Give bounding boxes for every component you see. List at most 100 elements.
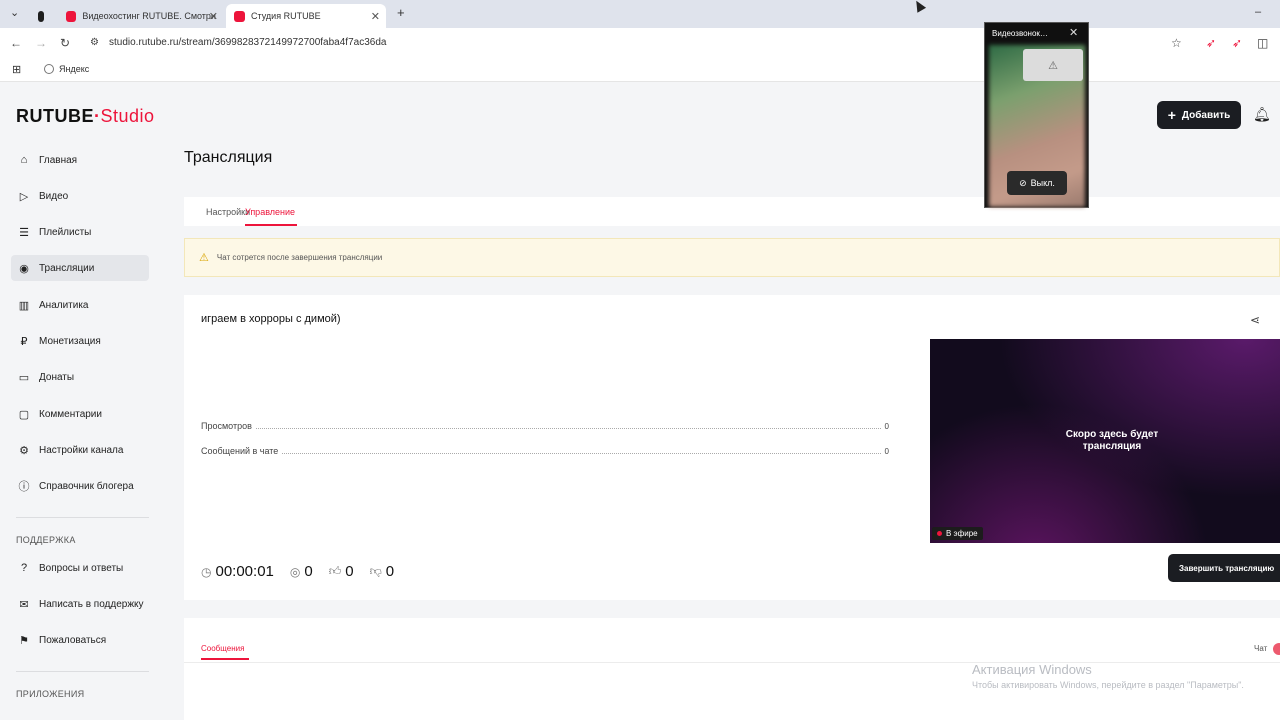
extensions-icon[interactable]: ◫ <box>1257 36 1268 50</box>
home-icon: ⌂ <box>20 154 28 166</box>
rutube-studio-logo[interactable]: RUTUBE·Studio <box>16 106 155 127</box>
browser-tab-3[interactable]: Студия RUTUBE ✕ <box>226 4 386 28</box>
tab-messages[interactable]: Сообщения <box>201 644 244 653</box>
views-value: 0 <box>884 422 889 431</box>
sidebar-item-label: Плейлисты <box>39 226 92 238</box>
back-icon[interactable]: ← <box>10 36 22 50</box>
sidebar-item-label: Комментарии <box>39 408 102 420</box>
sidebar-item-label: Донаты <box>39 371 75 383</box>
reload-icon[interactable]: ↻ <box>60 36 70 50</box>
likes-value: 0 <box>345 563 354 580</box>
notifications-bell-icon[interactable]: 🔔︎ <box>1253 106 1271 123</box>
camera-off-icon: ⊘ <box>1019 177 1027 188</box>
bookmark-yandex[interactable]: Яндекс <box>44 64 89 74</box>
live-label: В эфире <box>946 529 978 538</box>
extension-rocket-icon-2[interactable]: ➶ <box>1232 36 1242 50</box>
close-tab-icon[interactable]: ✕ <box>371 10 380 23</box>
activation-subtitle: Чтобы активировать Windows, перейдите в … <box>972 680 1244 690</box>
sidebar-item-analytics[interactable]: ▥ Аналитика <box>11 292 149 318</box>
end-stream-button[interactable]: Завершить трансляцию <box>1168 554 1280 582</box>
browser-tab-2[interactable]: Видеохостинг RUTUBE. Смотри… ✕ <box>58 4 224 28</box>
flag-icon: ⚑ <box>19 634 29 647</box>
browser-tab-1[interactable] <box>30 4 58 28</box>
stream-card: играем в хорроры с димой) ⋖ Просмотров 0… <box>184 295 1280 600</box>
site-settings-icon[interactable]: ⚙ <box>90 37 99 48</box>
likes-counter: 👍︎ 0 <box>329 563 354 580</box>
camera-off-button[interactable]: ⊘ Выкл. <box>1007 171 1067 195</box>
sidebar-item-donations[interactable]: ▭ Донаты <box>11 364 149 390</box>
sidebar-item-label: Главная <box>39 154 78 166</box>
sidebar-item-label: Написать в поддержку <box>39 598 144 610</box>
sidebar-item-channel-settings[interactable]: ⚙ Настройки канала <box>11 437 149 463</box>
bookmark-star-icon[interactable]: ☆ <box>1171 36 1182 50</box>
sidebar-item-comments[interactable]: ▢ Комментарии <box>11 401 149 427</box>
video-icon: ▷ <box>19 190 29 203</box>
minimize-window-icon[interactable]: – <box>1255 6 1261 18</box>
new-tab-icon[interactable]: + <box>397 5 405 20</box>
close-icon[interactable]: ✕ <box>1069 26 1078 39</box>
close-tab-icon[interactable]: ✕ <box>209 10 218 23</box>
dislikes-counter: 👎︎ 0 <box>370 563 395 580</box>
warning-icon: ⚠ <box>199 252 209 264</box>
dotted-leader <box>255 428 881 429</box>
messages-label: Сообщений в чате <box>201 446 279 456</box>
forward-icon[interactable]: → <box>35 36 47 50</box>
chat-warning-banner: ⚠ Чат сотрется после завершения трансляц… <box>184 238 1280 277</box>
sidebar-item-video[interactable]: ▷ Видео <box>11 183 149 209</box>
tab-favicon-icon <box>38 10 44 22</box>
dislikes-value: 0 <box>385 563 395 580</box>
sidebar-item-playlists[interactable]: ☰ Плейлисты <box>11 219 149 245</box>
sidebar-item-home[interactable]: ⌂ Главная <box>11 147 149 173</box>
sidebar-item-blogger-guide[interactable]: ⓘ Справочник блогера <box>11 473 149 499</box>
url-field[interactable]: studio.rutube.ru/stream/3699828372149972… <box>109 37 386 48</box>
tab-settings[interactable]: Настройки <box>206 207 250 217</box>
viewers-counter: ◎ 0 <box>290 563 313 580</box>
analytics-icon: ▥ <box>18 299 30 312</box>
sidebar-item-faq[interactable]: ? Вопросы и ответы <box>11 555 149 581</box>
logo-main: RUTUBE <box>16 106 94 126</box>
sidebar-item-monetization[interactable]: ₽ Монетизация <box>11 328 149 354</box>
info-icon: ⓘ <box>18 481 30 493</box>
apps-grid-icon[interactable]: ⊞ <box>12 63 21 76</box>
preview-text-line-1: Скоро здесь будет <box>1065 429 1159 440</box>
clock-icon: ◷ <box>201 564 212 579</box>
sidebar-divider <box>16 517 149 518</box>
user-icon: ◎ <box>289 564 301 579</box>
windows-activation-watermark: Активация Windows Чтобы активировать Win… <box>972 662 1244 690</box>
activation-title: Активация Windows <box>972 662 1092 677</box>
plus-icon: + <box>1167 107 1176 123</box>
help-icon: ? <box>20 562 28 574</box>
chat-toggle-label: Чат <box>1254 644 1268 653</box>
sidebar-item-report[interactable]: ⚑ Пожаловаться <box>11 627 149 653</box>
camera-off-label: Выкл. <box>1030 178 1055 188</box>
ruble-icon: ₽ <box>20 335 28 348</box>
sidebar-item-label: Аналитика <box>39 299 89 311</box>
sidebar-item-broadcasts[interactable]: ◉ Трансляции <box>11 255 149 281</box>
active-tab-underline <box>201 658 249 660</box>
add-button-label: Добавить <box>1181 109 1231 121</box>
tab-manage[interactable]: Управление <box>245 207 295 217</box>
warning-icon: ⚠ <box>1023 49 1083 81</box>
logo-sub: Studio <box>100 106 155 126</box>
stream-counters: ◷ 00:00:01 ◎ 0 👍︎ 0 👎︎ 0 <box>201 563 410 580</box>
messages-value: 0 <box>884 447 889 456</box>
extension-rocket-icon[interactable]: ➶ <box>1206 36 1216 50</box>
gear-icon: ⚙ <box>19 444 29 457</box>
share-icon[interactable]: ⋖ <box>1250 313 1260 327</box>
sidebar-item-label: Пожаловаться <box>39 634 107 646</box>
support-section-label: ПОДДЕРЖКА <box>16 535 76 545</box>
globe-icon <box>44 64 54 74</box>
stream-tabs: Настройки Управление <box>184 197 1280 226</box>
comment-icon: ▢ <box>18 408 30 421</box>
tab-list-chevron-icon[interactable]: ⌄ <box>10 6 19 19</box>
video-call-window[interactable]: Видеозвонок… ✕ ⚠ ⊘ Выкл. <box>984 22 1089 208</box>
sidebar-item-contact-support[interactable]: ✉ Написать в поддержку <box>11 591 149 617</box>
stream-preview[interactable]: Скоро здесь будет трансляция В эфире <box>930 339 1280 543</box>
chat-toggle[interactable] <box>1273 643 1280 655</box>
messages-stat: Сообщений в чате 0 <box>201 446 889 456</box>
preview-message: Скоро здесь будет трансляция <box>930 429 1280 453</box>
apps-section-label: ПРИЛОЖЕНИЯ <box>16 689 85 699</box>
wallet-icon: ▭ <box>18 371 30 384</box>
add-button[interactable]: + Добавить <box>1157 101 1241 129</box>
stream-title: играем в хорроры с димой) <box>201 313 341 325</box>
